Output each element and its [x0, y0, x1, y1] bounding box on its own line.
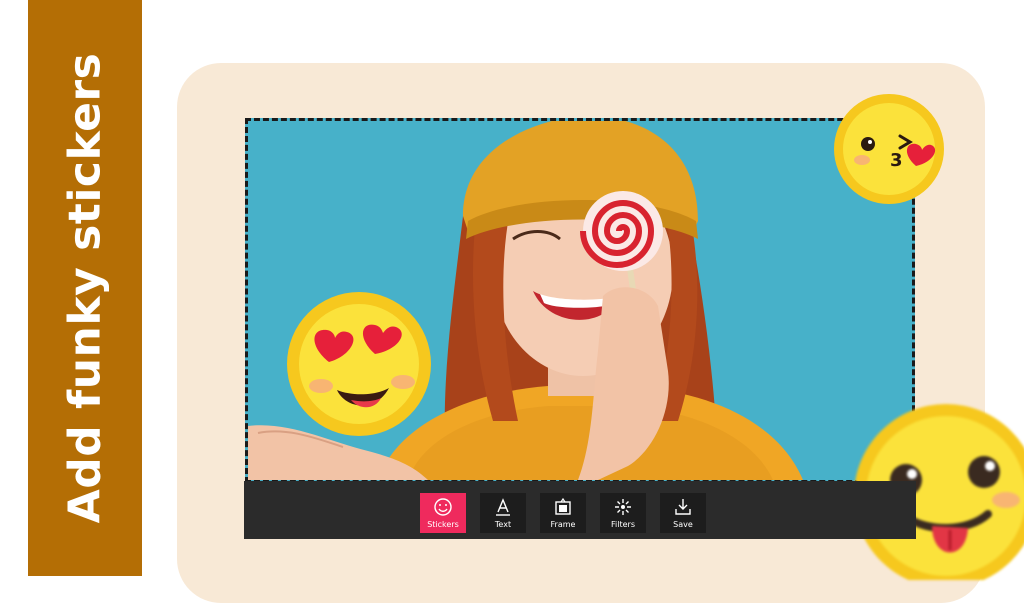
banner-title: Add funky stickers	[59, 52, 111, 524]
editor-toolbar: Stickers Text Frame Filters Save	[244, 481, 916, 539]
save-tool-button[interactable]: Save	[660, 493, 706, 533]
save-tool-label: Save	[673, 520, 693, 529]
frame-tool-button[interactable]: Frame	[540, 493, 586, 533]
text-icon	[496, 498, 510, 516]
text-tool-button[interactable]: Text	[480, 493, 526, 533]
frame-tool-label: Frame	[550, 520, 576, 529]
stickers-tool-label: Stickers	[427, 520, 459, 529]
filters-tool-button[interactable]: Filters	[600, 493, 646, 533]
stickers-tool-button[interactable]: Stickers	[420, 493, 466, 533]
filters-tool-label: Filters	[611, 520, 635, 529]
heart-eyes-emoji[interactable]	[285, 290, 435, 440]
text-tool-label: Text	[494, 520, 512, 529]
filters-icon	[615, 499, 631, 515]
frame-icon	[555, 497, 571, 515]
kissing-wink-emoji[interactable]: 3	[832, 92, 948, 208]
download-icon	[675, 499, 691, 515]
svg-text:3: 3	[890, 150, 903, 171]
smiley-icon	[434, 498, 452, 516]
